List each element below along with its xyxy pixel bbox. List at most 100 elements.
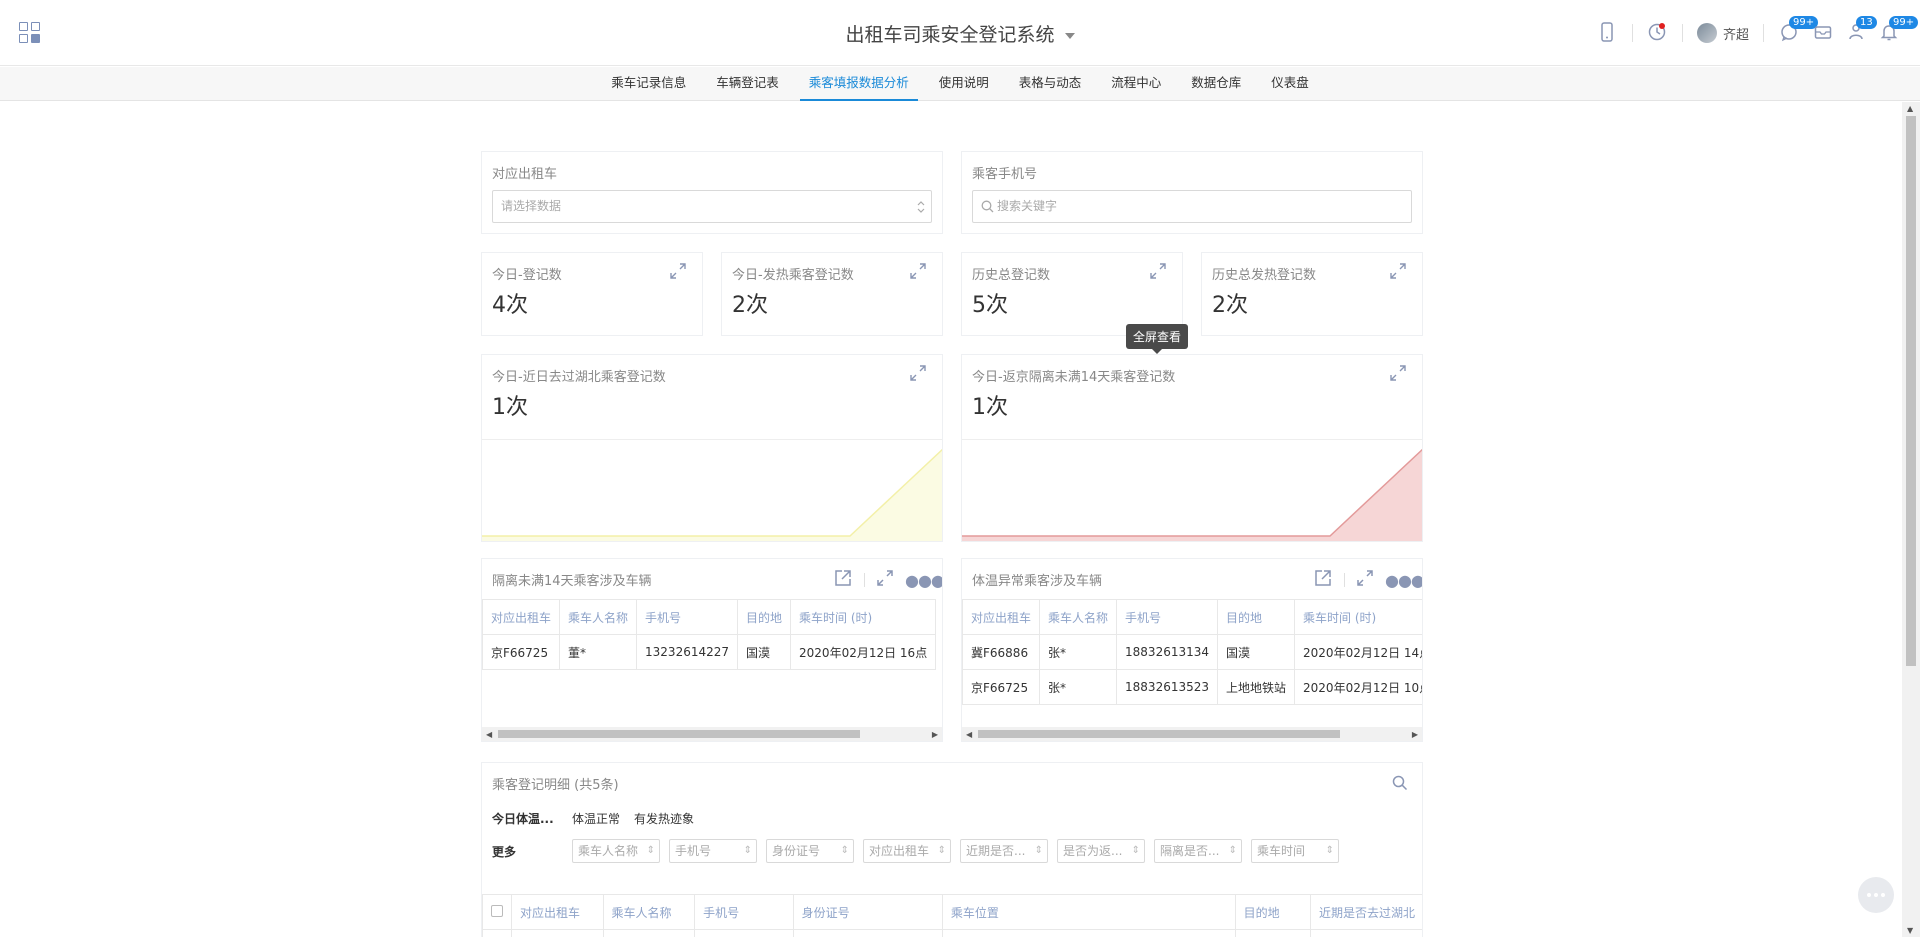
chevron-down-icon <box>1064 32 1075 39</box>
column-header[interactable]: 乘车人名称 <box>602 894 696 930</box>
column-header[interactable]: 对应出租车 <box>962 599 1041 635</box>
alert-dot <box>1659 23 1665 29</box>
trend-area <box>482 449 942 541</box>
tab-passenger-analysis[interactable]: 乘客填报数据分析 <box>794 67 924 101</box>
more-icon[interactable]: ●●● <box>905 571 942 590</box>
filter-select-time[interactable]: 乘车时间 <box>1251 839 1339 863</box>
phone-search-input[interactable]: 搜索关键字 <box>972 190 1412 223</box>
stat-value: 2次 <box>1212 293 1248 318</box>
table-cell: 13232614227 <box>636 634 739 670</box>
message-icon[interactable]: 99+ <box>1779 16 1819 44</box>
scroll-left-icon[interactable]: ◀ <box>486 730 492 739</box>
filter-select-taxi[interactable]: 对应出租车 <box>863 839 951 863</box>
stat-title: 今日-登记数 <box>492 268 562 283</box>
column-header[interactable]: 乘车人名称 <box>1039 599 1118 635</box>
trend-area <box>962 449 1422 541</box>
column-header[interactable]: 手机号 <box>694 894 794 930</box>
search-icon <box>981 200 994 213</box>
vertical-scrollbar[interactable]: ▲ ▼ <box>1902 102 1920 937</box>
column-header[interactable]: 目的地 <box>1234 894 1311 930</box>
clock-icon[interactable] <box>1647 22 1669 44</box>
filter-chip-normal[interactable]: 体温正常 <box>572 810 620 827</box>
fullscreen-icon[interactable] <box>1390 365 1406 381</box>
column-header[interactable]: 乘车人名称 <box>559 599 638 635</box>
column-header[interactable]: 手机号 <box>636 599 739 635</box>
table-row[interactable]: 京F66725 董* 13232614227 国漠 2020年02月12日 16… <box>482 634 937 670</box>
table-row[interactable]: 否 <box>482 929 1422 937</box>
avatar <box>1697 23 1717 43</box>
open-external-icon[interactable] <box>1314 569 1332 591</box>
column-header[interactable]: 对应出租车 <box>511 894 604 930</box>
fullscreen-icon[interactable] <box>1150 263 1166 279</box>
select-all-checkbox[interactable] <box>491 904 503 917</box>
scroll-right-icon[interactable]: ▶ <box>1412 730 1418 739</box>
table-cell: 2020年02月12日 14点 <box>1294 634 1422 670</box>
divider <box>1763 24 1764 42</box>
table-cell: 京F66725 <box>482 634 561 670</box>
filter-select-return[interactable]: 是否为返... <box>1057 839 1145 863</box>
scrollbar-thumb[interactable] <box>498 730 860 738</box>
fullscreen-icon[interactable] <box>910 365 926 381</box>
filter-select-phone[interactable]: 手机号 <box>669 839 757 863</box>
fullscreen-icon[interactable] <box>877 570 893 590</box>
stat-title: 历史总发热登记数 <box>1212 268 1317 283</box>
column-header[interactable]: 手机号 <box>1116 599 1219 635</box>
scrollbar-thumb[interactable] <box>1906 116 1916 666</box>
tab-instructions[interactable]: 使用说明 <box>924 67 1004 100</box>
column-header[interactable]: 乘车时间 (时) <box>790 599 937 635</box>
user-menu[interactable]: 齐超 <box>1697 22 1749 44</box>
taxi-select[interactable]: 请选择数据 <box>492 190 932 223</box>
table-cell: 冀F66886 <box>962 634 1041 670</box>
filter-select-quarantine[interactable]: 隔离是否... <box>1154 839 1242 863</box>
mobile-icon[interactable] <box>1600 22 1614 44</box>
scrollbar-thumb[interactable] <box>978 730 1340 738</box>
filter-chip-fever[interactable]: 有发热迹象 <box>634 810 694 827</box>
filter-select-passenger[interactable]: 乘车人名称 <box>572 839 660 863</box>
table-cell <box>1234 929 1311 937</box>
column-header[interactable]: 对应出租车 <box>482 599 561 635</box>
filter-select-id[interactable]: 身份证号 <box>766 839 854 863</box>
search-icon[interactable] <box>1392 775 1408 791</box>
tab-ride-records[interactable]: 乘车记录信息 <box>596 67 701 100</box>
inbox-icon[interactable] <box>1813 22 1833 44</box>
bell-icon[interactable]: 99+ <box>1879 16 1919 44</box>
tab-vehicle-register[interactable]: 车辆登记表 <box>701 67 794 100</box>
column-header[interactable]: 身份证号 <box>792 894 943 930</box>
table-row[interactable]: 冀F66886 张* 18832613134 国漠 2020年02月12日 14… <box>962 634 1422 670</box>
column-header[interactable]: 近期是否去过湖北 <box>1309 894 1422 930</box>
table-title: 隔离未满14天乘客涉及车辆 <box>492 574 652 589</box>
fullscreen-icon[interactable] <box>1390 263 1406 279</box>
tab-dashboard[interactable]: 仪表盘 <box>1256 67 1324 100</box>
horizontal-scrollbar[interactable]: ◀ ▶ <box>482 727 942 741</box>
column-header[interactable]: 乘车时间 (时) <box>1294 599 1422 635</box>
table-cell: 上地地铁站 <box>1217 669 1296 705</box>
column-header[interactable]: 目的地 <box>1217 599 1296 635</box>
column-header[interactable]: 乘车位置 <box>941 894 1236 930</box>
fullscreen-icon[interactable] <box>910 263 926 279</box>
open-external-icon[interactable] <box>834 569 852 591</box>
tab-tables-activity[interactable]: 表格与动态 <box>1004 67 1097 100</box>
task-icon[interactable]: 13 <box>1846 16 1877 44</box>
fullscreen-icon[interactable] <box>670 263 686 279</box>
scroll-left-icon[interactable]: ◀ <box>966 730 972 739</box>
divider <box>1682 24 1683 42</box>
scroll-right-icon[interactable]: ▶ <box>932 730 938 739</box>
phone-filter-title: 乘客手机号 <box>972 167 1038 182</box>
table-cell: 张* <box>1039 634 1118 670</box>
fever-table: 对应出租车 乘车人名称 手机号 目的地 乘车时间 (时) 冀F66886 张* … <box>962 599 1422 705</box>
tab-workflow[interactable]: 流程中心 <box>1096 67 1176 100</box>
tab-data-warehouse[interactable]: 数据仓库 <box>1176 67 1256 100</box>
table-header-row: 对应出租车 乘车人名称 手机号 目的地 乘车时间 (时) <box>482 599 937 635</box>
table-row[interactable]: 京F66725 张* 18832613523 上地地铁站 2020年02月12日… <box>962 669 1422 705</box>
column-header[interactable]: 目的地 <box>737 599 792 635</box>
chat-bubble-icon[interactable] <box>1858 877 1894 913</box>
scroll-up-icon[interactable]: ▲ <box>1907 104 1913 113</box>
fullscreen-icon[interactable] <box>1357 570 1373 590</box>
task-badge: 13 <box>1856 16 1877 29</box>
horizontal-scrollbar[interactable]: ◀ ▶ <box>962 727 1422 741</box>
filter-select-recent[interactable]: 近期是否... <box>960 839 1048 863</box>
table-toolbar: ●●● <box>1314 569 1422 591</box>
scroll-down-icon[interactable]: ▼ <box>1907 926 1913 935</box>
more-icon[interactable]: ●●● <box>1385 571 1422 590</box>
trend-sparkline-hubei <box>482 448 942 541</box>
